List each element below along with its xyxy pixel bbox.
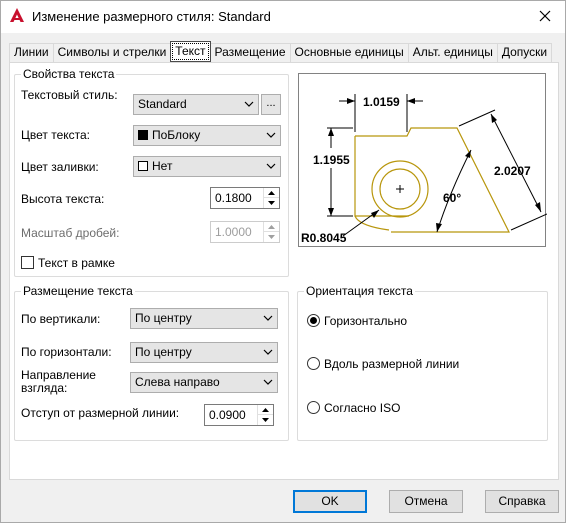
tab-fit[interactable]: Размещение — [209, 43, 291, 62]
caret-down-icon — [268, 235, 275, 239]
spin-up-button[interactable] — [263, 188, 279, 198]
vertical-label: По вертикали: — [21, 312, 101, 326]
vertical-select[interactable]: По центру — [130, 308, 278, 329]
tab-strip: Линии Символы и стрелки Текст Размещение… — [9, 41, 553, 63]
spin-down-button[interactable] — [263, 232, 279, 242]
tab-text[interactable]: Текст — [170, 41, 211, 62]
text-appearance-title: Свойства текста — [21, 67, 117, 81]
view-direction-label-line2: взгляда: — [21, 381, 68, 395]
chevron-down-icon — [263, 379, 273, 385]
offset-value: 0.0900 — [209, 408, 246, 422]
text-style-browse-button[interactable]: ... — [261, 94, 281, 115]
radio-iso-standard[interactable] — [307, 401, 320, 414]
fraction-scale-label: Масштаб дробей: — [21, 226, 120, 240]
caret-up-icon — [262, 407, 269, 412]
ok-button[interactable]: OK — [293, 490, 367, 513]
spin-up-button[interactable] — [257, 405, 273, 415]
title-bar: Изменение размерного стиля: Standard — [1, 1, 565, 33]
text-style-label: Текстовый стиль: — [21, 88, 118, 102]
radio-horizontal[interactable] — [307, 314, 320, 327]
text-height-label: Высота текста: — [21, 192, 105, 206]
cancel-button[interactable]: Отмена — [389, 490, 463, 513]
text-placement-title: Размещение текста — [21, 284, 135, 298]
fill-color-value: Нет — [152, 159, 173, 173]
radio-horizontal-label[interactable]: Горизонтально — [324, 314, 407, 328]
preview-dim-left: 1.1955 — [313, 153, 350, 167]
view-direction-select[interactable]: Слева направо — [130, 372, 278, 393]
help-button[interactable]: Справка — [485, 490, 559, 513]
caret-up-icon — [268, 190, 275, 195]
tab-tolerances[interactable]: Допуски — [496, 43, 553, 62]
autocad-a-icon — [10, 8, 24, 22]
text-style-value: Standard — [138, 97, 187, 111]
spin-down-button[interactable] — [257, 415, 273, 425]
spin-down-button[interactable] — [263, 198, 279, 208]
horizontal-value: По центру — [135, 345, 192, 359]
close-button[interactable] — [531, 3, 559, 29]
radio-aligned-label[interactable]: Вдоль размерной линии — [324, 357, 459, 371]
preview-dim-angle: 60° — [443, 191, 461, 205]
preview-dim-right: 2.0207 — [494, 164, 531, 178]
vertical-value: По центру — [135, 311, 192, 325]
view-direction-label-line1: Направление — [21, 368, 96, 382]
tab-lines[interactable]: Линии — [9, 43, 54, 62]
no-fill-swatch-icon — [138, 161, 148, 171]
color-swatch-icon — [138, 130, 148, 140]
preview-dim-top: 1.0159 — [363, 95, 400, 109]
text-color-value: ПоБлоку — [152, 128, 201, 142]
dimension-style-dialog: Изменение размерного стиля: Standard Лин… — [0, 0, 566, 523]
offset-label: Отступ от размерной линии: — [21, 406, 180, 420]
offset-spinner[interactable]: 0.0900 — [204, 404, 274, 426]
spin-up-button[interactable] — [263, 222, 279, 232]
horizontal-label: По горизонтали: — [21, 345, 112, 359]
draw-frame-label[interactable]: Текст в рамке — [38, 256, 115, 270]
fraction-scale-value: 1.0000 — [215, 225, 252, 239]
caret-down-icon — [262, 418, 269, 422]
view-direction-value: Слева направо — [135, 375, 220, 389]
caret-up-icon — [268, 224, 275, 229]
text-height-spinner[interactable]: 0.1800 — [210, 187, 280, 209]
radio-aligned-with-dimension-line[interactable] — [307, 357, 320, 370]
window-title: Изменение размерного стиля: Standard — [32, 9, 271, 24]
text-height-value: 0.1800 — [215, 191, 252, 205]
close-icon — [539, 10, 551, 22]
tab-alternate-units[interactable]: Альт. единицы — [407, 43, 498, 62]
preview-drawing: 1.0159 1.1955 2.0207 60° R0.8045 — [301, 94, 547, 245]
fill-color-select[interactable]: Нет — [133, 156, 281, 177]
chevron-down-icon — [263, 315, 273, 321]
caret-down-icon — [268, 201, 275, 205]
horizontal-select[interactable]: По центру — [130, 342, 278, 363]
fill-color-label: Цвет заливки: — [21, 160, 99, 174]
chevron-down-icon — [244, 101, 254, 107]
chevron-down-icon — [266, 132, 276, 138]
tab-primary-units[interactable]: Основные единицы — [289, 43, 409, 62]
text-color-select[interactable]: ПоБлоку — [133, 125, 281, 146]
text-color-label: Цвет текста: — [21, 128, 91, 142]
text-alignment-title: Ориентация текста — [304, 284, 415, 298]
fraction-scale-spinner[interactable]: 1.0000 — [210, 221, 280, 243]
radio-iso-label[interactable]: Согласно ISO — [324, 401, 400, 415]
chevron-down-icon — [266, 163, 276, 169]
text-style-select[interactable]: Standard — [133, 94, 259, 115]
preview-dim-radius: R0.8045 — [301, 231, 347, 245]
chevron-down-icon — [263, 349, 273, 355]
draw-frame-checkbox[interactable] — [21, 256, 34, 269]
dimension-preview: 1.0159 1.1955 2.0207 60° R0.8045 — [298, 73, 547, 247]
tab-symbols-arrows[interactable]: Символы и стрелки — [52, 43, 172, 62]
